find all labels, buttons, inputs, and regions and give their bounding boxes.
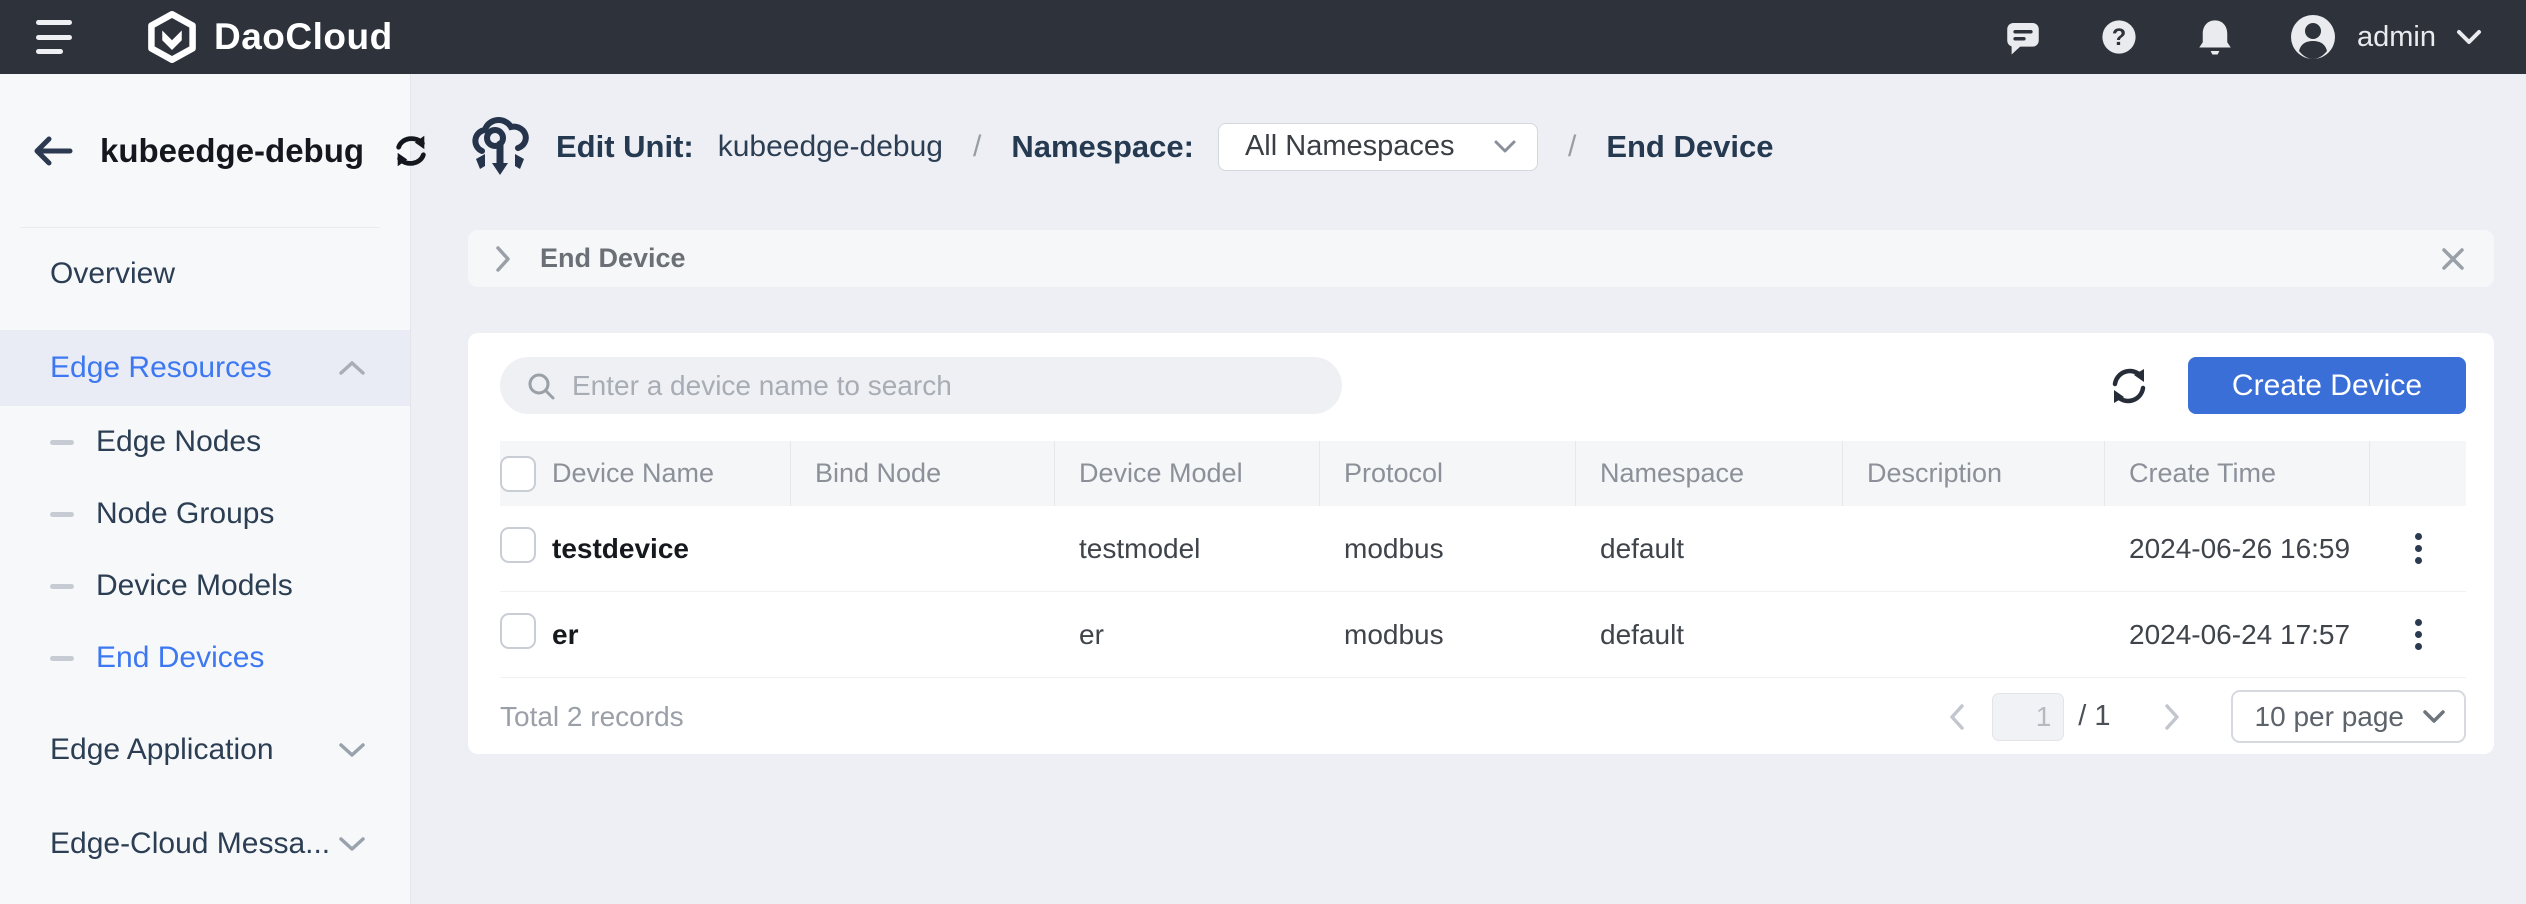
page-title: End Device: [1606, 129, 1773, 165]
menu-icon[interactable]: [36, 20, 80, 54]
help-icon[interactable]: ?: [2097, 15, 2141, 59]
device-table: Device Name Bind Node Device Model Proto…: [500, 441, 2466, 755]
cell-device-model: testmodel: [1055, 533, 1320, 565]
chevron-down-icon: [338, 742, 366, 758]
chevron-down-icon: [1493, 139, 1517, 154]
prev-page-icon[interactable]: [1940, 700, 1974, 734]
topbar: DaoCloud ?: [0, 0, 2526, 74]
chevron-down-icon: [2422, 709, 2446, 724]
refresh-icon[interactable]: [2106, 363, 2152, 409]
cell-protocol: modbus: [1320, 619, 1576, 651]
sidebar-item-end-devices[interactable]: End Devices: [0, 622, 410, 694]
chat-icon[interactable]: [2001, 15, 2045, 59]
col-actions: [2370, 441, 2466, 506]
username: admin: [2357, 21, 2436, 54]
daocloud-cube-icon: [146, 11, 198, 63]
sidebar-item-overview[interactable]: Overview: [0, 236, 410, 312]
sidebar-group-edge-application[interactable]: Edge Application: [0, 712, 410, 788]
sidebar-group-edge-cloud-message[interactable]: Edge-Cloud Messa...: [0, 806, 410, 882]
avatar-icon: [2289, 13, 2337, 61]
close-icon[interactable]: [2440, 246, 2466, 272]
end-device-panel-bar: End Device: [468, 230, 2494, 287]
cell-protocol: modbus: [1320, 533, 1576, 565]
table-header-row: Device Name Bind Node Device Model Proto…: [500, 441, 2466, 506]
cell-create-time: 2024-06-26 16:59: [2105, 533, 2370, 565]
col-create-time: Create Time: [2105, 441, 2370, 506]
sidebar-group-edge-resources[interactable]: Edge Resources: [0, 330, 410, 406]
cell-device-model: er: [1055, 619, 1320, 651]
page-size-select[interactable]: 10 per page: [2231, 690, 2466, 743]
back-arrow-icon[interactable]: [32, 134, 74, 168]
cell-namespace: default: [1576, 533, 1843, 565]
unit-name: kubeedge-debug: [718, 130, 943, 164]
col-description: Description: [1843, 441, 2105, 506]
dash-icon: [50, 584, 74, 589]
table-row: testdevice testmodel modbus default 2024…: [500, 506, 2466, 592]
dash-icon: [50, 512, 74, 517]
sidebar-item-device-models[interactable]: Device Models: [0, 550, 410, 622]
cell-device-name: er: [552, 619, 791, 651]
next-page-icon[interactable]: [2155, 700, 2189, 734]
create-device-button[interactable]: Create Device: [2188, 357, 2466, 414]
col-namespace: Namespace: [1576, 441, 1843, 506]
cell-create-time: 2024-06-24 17:57: [2105, 619, 2370, 651]
brand-logo: DaoCloud: [146, 11, 393, 63]
dash-icon: [50, 440, 74, 445]
unit-title: kubeedge-debug: [100, 132, 364, 170]
main-content: Edit Unit: kubeedge-debug / Namespace: A…: [411, 74, 2526, 904]
search-icon: [526, 371, 556, 401]
chevron-down-icon: [338, 836, 366, 852]
table-footer: Total 2 records / 1 10 per page: [500, 678, 2466, 755]
table-row: er er modbus default 2024-06-24 17:57: [500, 592, 2466, 678]
page-number-input[interactable]: [1992, 693, 2064, 741]
row-checkbox[interactable]: [500, 527, 536, 563]
brand-name: DaoCloud: [214, 16, 393, 58]
cell-namespace: default: [1576, 619, 1843, 651]
search-box: [500, 357, 1342, 414]
sidebar-item-edge-nodes[interactable]: Edge Nodes: [0, 406, 410, 478]
page-count: / 1: [2078, 700, 2110, 733]
sidebar: kubeedge-debug Overview Edge Resources: [0, 74, 411, 904]
breadcrumb: Edit Unit: kubeedge-debug / Namespace: A…: [468, 94, 2494, 199]
kebab-menu-icon[interactable]: [2405, 611, 2432, 658]
user-menu[interactable]: admin: [2289, 13, 2482, 61]
select-all-checkbox[interactable]: [500, 456, 536, 492]
col-bind-node: Bind Node: [791, 441, 1055, 506]
sidebar-item-node-groups[interactable]: Node Groups: [0, 478, 410, 550]
namespace-label: Namespace:: [1011, 129, 1194, 165]
namespace-select[interactable]: All Namespaces: [1218, 123, 1538, 171]
dash-icon: [50, 656, 74, 661]
kubeedge-logo-icon: [468, 111, 532, 183]
search-input[interactable]: [572, 370, 1316, 402]
row-checkbox[interactable]: [500, 613, 536, 649]
chevron-down-icon: [2456, 29, 2482, 45]
svg-text:?: ?: [2112, 25, 2126, 51]
edit-unit-label: Edit Unit:: [556, 129, 694, 165]
chevron-right-icon[interactable]: [494, 245, 512, 273]
col-device-model: Device Model: [1055, 441, 1320, 506]
cell-device-name: testdevice: [552, 533, 791, 565]
device-list-card: Create Device Device Name Bind Node Devi…: [468, 333, 2494, 754]
bell-icon[interactable]: [2193, 15, 2237, 59]
kebab-menu-icon[interactable]: [2405, 525, 2432, 572]
total-records: Total 2 records: [500, 701, 684, 733]
panel-title: End Device: [540, 243, 2412, 274]
col-protocol: Protocol: [1320, 441, 1576, 506]
chevron-up-icon: [338, 360, 366, 376]
col-device-name: Device Name: [552, 441, 791, 506]
